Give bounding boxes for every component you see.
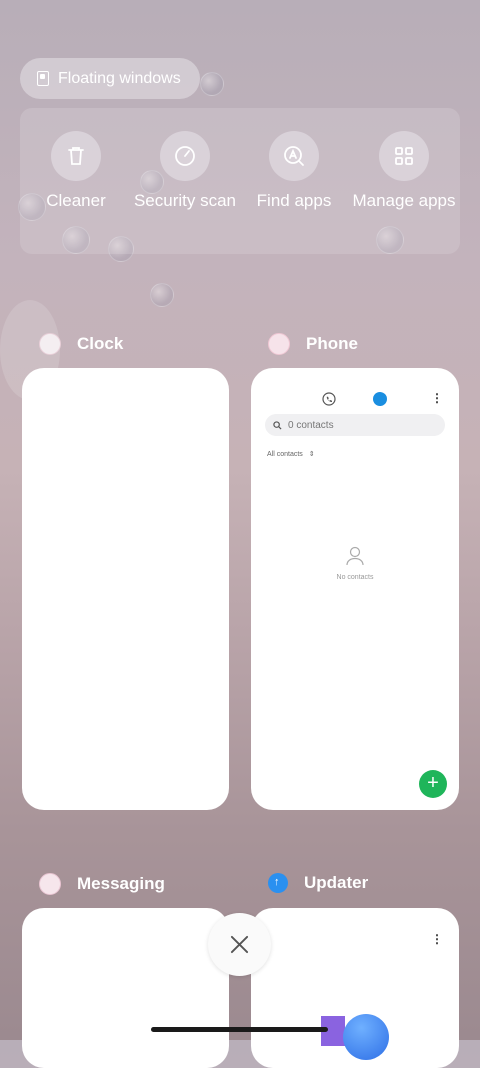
person-icon (346, 546, 364, 566)
updater-app-icon: ↑ (268, 873, 288, 893)
app-name: Clock (77, 334, 124, 353)
clock-app-icon (39, 333, 61, 355)
app-name: Messaging (77, 874, 165, 893)
app-header-clock[interactable]: Clock (39, 333, 123, 355)
cleaner-icon-circle (51, 131, 101, 181)
tool-label: Manage apps (352, 191, 456, 210)
phone-app-card[interactable]: ⋮ 0 contacts All contacts ⇕ No contacts … (251, 368, 459, 810)
contacts-search: 0 contacts (265, 414, 445, 436)
add-contact-button: + (419, 770, 447, 798)
updater-app-card[interactable]: ⋮ (251, 908, 459, 1068)
call-log-icon (322, 392, 336, 406)
phone-tabs: ⋮ (251, 390, 459, 410)
tool-cleaner[interactable]: Cleaner (21, 131, 131, 211)
tool-label: Cleaner (46, 191, 106, 210)
floating-windows-label: Floating windows (58, 69, 181, 87)
messaging-app-card[interactable] (22, 908, 229, 1068)
home-indicator[interactable] (151, 1027, 328, 1032)
empty-state: No contacts (251, 546, 459, 581)
app-header-updater[interactable]: ↑ Updater (268, 873, 368, 893)
floating-windows-button[interactable]: Floating windows (20, 58, 200, 99)
find-apps-icon (284, 146, 304, 166)
floating-window-icon (37, 71, 49, 86)
tool-label: Find apps (256, 191, 332, 210)
phone-app-icon (268, 333, 290, 355)
sort-icon: ⇕ (308, 451, 315, 458)
tool-find-apps[interactable]: Find apps (239, 131, 349, 211)
updater-illustration-circle (343, 1014, 389, 1060)
filter-label: All contacts (267, 451, 303, 458)
app-header-messaging[interactable]: Messaging (39, 873, 165, 895)
find-apps-icon-circle (269, 131, 319, 181)
grid-icon (395, 147, 413, 165)
tool-security-scan[interactable]: Security scan (130, 131, 240, 211)
clock-app-card[interactable] (22, 368, 229, 810)
tool-manage-apps[interactable]: Manage apps (349, 131, 459, 211)
all-contacts-filter: All contacts ⇕ (267, 450, 315, 458)
empty-label: No contacts (336, 574, 374, 581)
tool-label: Security scan (133, 191, 237, 210)
app-name: Updater (304, 873, 369, 892)
trash-icon (68, 147, 84, 165)
clear-all-button[interactable] (208, 913, 271, 976)
more-options-icon: ⋮ (431, 391, 443, 405)
manage-apps-icon-circle (379, 131, 429, 181)
app-name: Phone (306, 334, 358, 353)
gauge-icon (175, 146, 195, 166)
messaging-app-icon (39, 873, 61, 895)
contacts-icon (373, 392, 387, 406)
close-icon (230, 935, 249, 954)
security-scan-icon-circle (160, 131, 210, 181)
search-placeholder: 0 contacts (288, 419, 334, 431)
app-header-phone[interactable]: Phone (268, 333, 358, 355)
search-icon (273, 420, 282, 430)
more-options-icon: ⋮ (431, 932, 443, 946)
